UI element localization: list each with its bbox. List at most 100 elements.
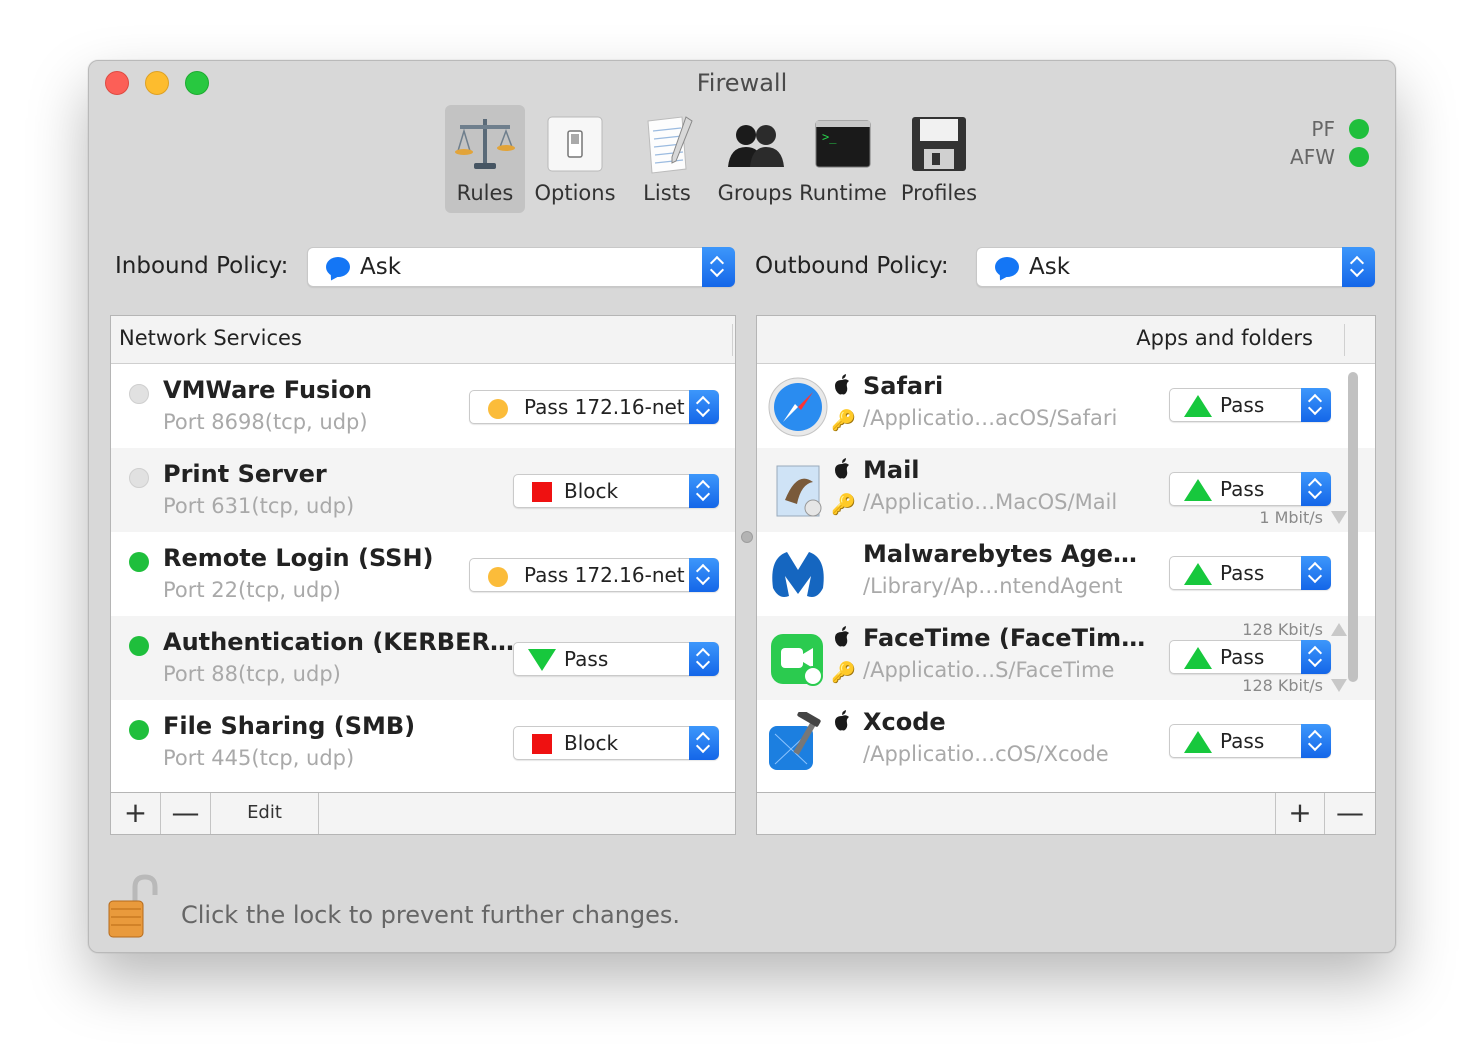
floppy-icon	[912, 117, 966, 171]
app-row[interactable]: 🔑 Safari /Applicatio…acOS/Safari Pass	[757, 364, 1375, 448]
notepad-icon	[647, 116, 693, 174]
service-action-popup[interactable]: Pass	[513, 642, 719, 676]
tab-lists[interactable]: Lists	[625, 105, 709, 213]
app-action-stepper[interactable]	[1301, 472, 1331, 506]
app-row[interactable]: 🔑 FaceTime (FaceTim… /Applicatio…S/FaceT…	[757, 616, 1375, 700]
green-up-triangle-icon	[1184, 563, 1212, 585]
toolbar: Rules Options Lists Groups >_ Runtime Pr…	[445, 105, 993, 215]
app-path: /Applicatio…cOS/Xcode	[863, 742, 1109, 766]
service-row[interactable]: Remote Login (SSH) Port 22(tcp, udp) Pas…	[111, 532, 735, 616]
app-name: FaceTime (FaceTim…	[863, 624, 1146, 652]
edit-service-button[interactable]: Edit	[211, 793, 319, 834]
remove-service-button[interactable]: —	[161, 793, 211, 834]
service-port: Port 22(tcp, udp)	[163, 578, 341, 602]
tab-rules[interactable]: Rules	[445, 105, 525, 213]
service-action-popup[interactable]: Pass 172.16-net	[469, 390, 719, 424]
network-services-panel: Network Services VMWare Fusion Port 8698…	[110, 315, 736, 835]
key-icon: 🔑	[831, 408, 856, 432]
app-action-stepper[interactable]	[1301, 556, 1331, 590]
service-action-value: Block	[564, 731, 619, 755]
svg-text:>_: >_	[822, 130, 837, 144]
apps-title: Apps and folders	[1136, 326, 1313, 350]
apps-scrollbar[interactable]	[1345, 372, 1361, 682]
download-rate: 128 Kbit/s	[1242, 676, 1323, 695]
app-action-value: Pass	[1220, 561, 1265, 585]
network-services-header[interactable]: Network Services	[111, 316, 735, 364]
apple-icon	[835, 374, 849, 395]
outbound-policy-select[interactable]: Ask	[976, 247, 1375, 287]
app-action-stepper[interactable]	[1301, 388, 1331, 422]
service-action-stepper[interactable]	[689, 726, 719, 760]
ask-bubble-icon	[995, 257, 1019, 277]
app-action-popup[interactable]: Pass	[1169, 472, 1331, 506]
split-divider-handle[interactable]	[741, 531, 753, 543]
service-status-dot	[129, 384, 149, 404]
outbound-policy-stepper[interactable]	[1342, 247, 1375, 287]
service-row[interactable]: VMWare Fusion Port 8698(tcp, udp) Pass 1…	[111, 364, 735, 448]
tab-options[interactable]: Options	[529, 105, 621, 213]
apps-scrollbar-thumb[interactable]	[1348, 372, 1358, 682]
orange-circle-icon	[488, 399, 508, 419]
app-path: /Library/Ap…ntendAgent	[863, 574, 1123, 598]
service-action-popup[interactable]: Block	[513, 474, 719, 508]
service-action-stepper[interactable]	[689, 642, 719, 676]
firewall-window: Firewall Rules Options Lists Groups >_ R…	[88, 60, 1396, 953]
add-app-button[interactable]: +	[1275, 793, 1325, 834]
tab-groups[interactable]: Groups	[713, 105, 797, 213]
service-port: Port 445(tcp, udp)	[163, 746, 355, 770]
app-action-popup[interactable]: Pass	[1169, 724, 1331, 758]
service-action-stepper[interactable]	[689, 390, 719, 424]
app-path: /Applicatio…MacOS/Mail	[863, 490, 1118, 514]
inbound-policy-label: Inbound Policy:	[115, 253, 289, 279]
app-name: Xcode	[863, 708, 946, 736]
apps-header[interactable]: Apps and folders	[757, 316, 1375, 364]
tab-runtime[interactable]: >_ Runtime	[799, 105, 887, 213]
service-action-value: Pass 172.16-net	[524, 395, 685, 419]
service-action-popup[interactable]: Block	[513, 726, 719, 760]
inbound-policy-value: Ask	[360, 254, 402, 280]
inbound-policy-stepper[interactable]	[702, 247, 735, 287]
remove-app-button[interactable]: —	[1325, 793, 1375, 834]
outbound-policy-value: Ask	[1029, 254, 1071, 280]
unlocked-padlock-icon[interactable]	[107, 873, 159, 939]
service-status-dot	[129, 720, 149, 740]
download-rate: 1 Mbit/s	[1259, 508, 1323, 527]
app-path: /Applicatio…acOS/Safari	[863, 406, 1118, 430]
green-up-triangle-icon	[1184, 731, 1212, 753]
facetime-icon	[771, 634, 823, 686]
app-action-popup[interactable]: Pass	[1169, 388, 1331, 422]
service-action-stepper[interactable]	[689, 558, 719, 592]
green-up-triangle-icon	[1184, 647, 1212, 669]
app-action-popup[interactable]: Pass	[1169, 556, 1331, 590]
app-row[interactable]: 🔑 Mail /Applicatio…MacOS/Mail Pass 1 Mbi…	[757, 448, 1375, 532]
service-port: Port 88(tcp, udp)	[163, 662, 341, 686]
inbound-policy-select[interactable]: Ask	[307, 247, 735, 287]
apps-panel: Apps and folders 🔑 Safari /Applicatio…ac…	[756, 315, 1376, 835]
upload-rate: 128 Kbit/s	[1242, 620, 1323, 639]
service-name: Print Server	[163, 460, 327, 488]
scales-icon	[455, 119, 515, 169]
app-action-stepper[interactable]	[1301, 640, 1331, 674]
service-row[interactable]: File Sharing (SMB) Port 445(tcp, udp) Bl…	[111, 700, 735, 784]
add-service-button[interactable]: +	[111, 793, 161, 834]
service-row[interactable]: Print Server Port 631(tcp, udp) Block	[111, 448, 735, 532]
green-up-triangle-icon	[1184, 395, 1212, 417]
service-row[interactable]: Authentication (KERBER… Port 88(tcp, udp…	[111, 616, 735, 700]
app-row[interactable]: Xcode /Applicatio…cOS/Xcode Pass	[757, 700, 1375, 786]
service-status-dot	[129, 552, 149, 572]
app-row[interactable]: Malwarebytes Age… /Library/Ap…ntendAgent…	[757, 532, 1375, 616]
orange-circle-icon	[488, 567, 508, 587]
app-path: /Applicatio…S/FaceTime	[863, 658, 1115, 682]
red-square-icon	[532, 734, 552, 754]
ask-bubble-icon	[326, 257, 350, 277]
apple-icon	[835, 626, 849, 647]
afw-status: AFW	[1290, 145, 1369, 169]
service-action-stepper[interactable]	[689, 474, 719, 508]
app-name: Mail	[863, 456, 920, 484]
tab-profiles[interactable]: Profiles	[889, 105, 989, 213]
app-action-popup[interactable]: Pass	[1169, 640, 1331, 674]
app-action-value: Pass	[1220, 729, 1265, 753]
apps-footer: + —	[757, 792, 1375, 834]
service-action-popup[interactable]: Pass 172.16-net	[469, 558, 719, 592]
app-action-stepper[interactable]	[1301, 724, 1331, 758]
